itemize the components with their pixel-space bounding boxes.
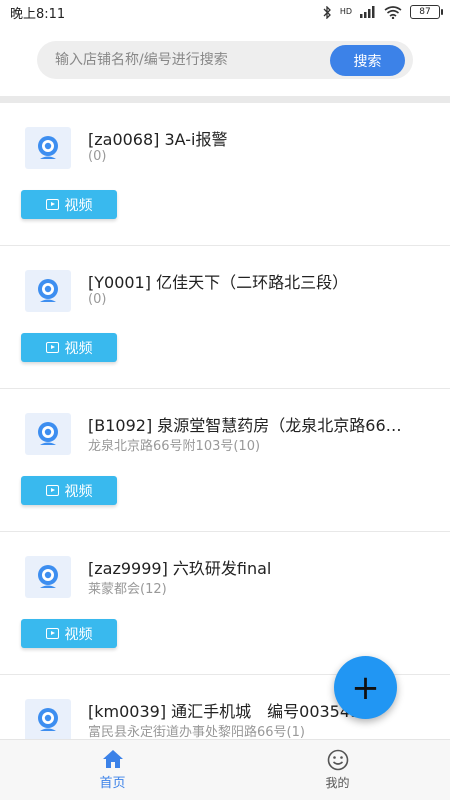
camera-icon: [25, 556, 71, 598]
bottom-nav: 首页 我的: [0, 739, 450, 800]
video-button-label: 视频: [64, 483, 93, 500]
status-bar: 晚上8:11 HD 87: [0, 0, 450, 24]
video-button[interactable]: 视频: [21, 619, 117, 648]
plus-icon: +: [351, 667, 380, 708]
shop-title: [za0068] 3A-i报警: [88, 130, 228, 149]
shop-list[interactable]: [za0068] 3A-i报警 (0) 视频 [Y0001] 亿佳天下（二环路北…: [0, 103, 450, 739]
network-type: HD: [339, 7, 352, 16]
shop-title: [Y0001] 亿佳天下（二环路北三段）: [88, 273, 349, 292]
shop-address: 莱蒙都会(12): [88, 582, 167, 597]
video-button[interactable]: 视频: [21, 476, 117, 505]
camera-icon: [25, 413, 71, 455]
shop-address: 龙泉北京路66号附103号(10): [88, 439, 261, 454]
battery-icon: 87: [410, 5, 443, 19]
camera-icon: [25, 127, 71, 169]
search-bar: 搜索: [0, 24, 450, 96]
nav-home-label: 首页: [99, 776, 126, 791]
video-play-icon: [45, 199, 59, 210]
shop-address: (0): [88, 292, 107, 307]
camera-icon: [25, 270, 71, 312]
wifi-icon: [384, 5, 402, 19]
video-button-label: 视频: [64, 197, 93, 214]
camera-icon: [25, 699, 71, 739]
video-button[interactable]: 视频: [21, 190, 117, 219]
video-play-icon: [45, 485, 59, 496]
shop-card[interactable]: [Y0001] 亿佳天下（二环路北三段） (0) 视频: [0, 246, 450, 389]
search-button[interactable]: 搜索: [330, 45, 405, 76]
video-play-icon: [45, 628, 59, 639]
add-button[interactable]: +: [334, 656, 397, 719]
signal-icon: [360, 6, 375, 18]
nav-mine-label: 我的: [325, 776, 350, 790]
shop-card[interactable]: [za0068] 3A-i报警 (0) 视频: [0, 103, 450, 246]
shop-title: [B1092] 泉源堂智慧药房（龙泉北京路66…: [88, 416, 402, 435]
home-icon: [102, 750, 123, 768]
shop-card[interactable]: [B1092] 泉源堂智慧药房（龙泉北京路66… 龙泉北京路66号附103号(1…: [0, 389, 450, 532]
shop-address: 富民县永定街道办事处黎阳路66号(1): [88, 725, 305, 739]
shop-card[interactable]: [zaz9999] 六玖研发final 莱蒙都会(12) 视频: [0, 532, 450, 675]
search-box: 搜索: [37, 41, 413, 79]
status-icons: HD 87: [323, 5, 443, 19]
shop-title: [zaz9999] 六玖研发final: [88, 559, 272, 578]
video-button-label: 视频: [64, 626, 93, 643]
nav-home[interactable]: 首页: [0, 740, 225, 800]
smiley-icon: [327, 749, 348, 771]
video-button[interactable]: 视频: [21, 333, 117, 362]
nav-mine[interactable]: 我的: [225, 740, 450, 800]
video-play-icon: [45, 342, 59, 353]
section-divider: [0, 96, 450, 103]
shop-address: (0): [88, 149, 107, 164]
video-button-label: 视频: [64, 340, 93, 357]
bluetooth-icon: [323, 5, 331, 19]
status-time: 晚上8:11: [10, 6, 66, 22]
